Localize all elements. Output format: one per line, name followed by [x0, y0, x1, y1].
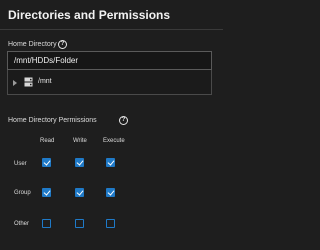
row-label-user: User	[14, 161, 27, 167]
row-label-group: Group	[14, 190, 31, 196]
other-execute-checkbox[interactable]	[106, 219, 115, 228]
home-directory-label: Home Directory	[8, 41, 57, 48]
permissions-label: Home Directory Permissions	[8, 117, 97, 124]
group-write-checkbox[interactable]	[75, 188, 84, 197]
user-execute-checkbox[interactable]	[106, 158, 115, 167]
hard-drive-icon	[24, 77, 33, 87]
user-read-checkbox[interactable]	[42, 158, 51, 167]
column-execute: Execute	[103, 138, 125, 144]
row-label-other: Other	[14, 221, 30, 227]
expand-caret-icon[interactable]	[13, 80, 17, 86]
home-directory-help-icon[interactable]: ?	[58, 40, 67, 49]
column-write: Write	[73, 138, 87, 144]
other-write-checkbox[interactable]	[75, 219, 84, 228]
user-write-checkbox[interactable]	[75, 158, 84, 167]
tree-root-label[interactable]: /mnt	[38, 78, 52, 85]
column-read: Read	[40, 138, 55, 144]
other-read-checkbox[interactable]	[42, 219, 51, 228]
permissions-help-icon[interactable]: ?	[119, 116, 128, 125]
section-title: Directories and Permissions	[8, 8, 171, 22]
home-directory-input[interactable]: /mnt/HDDs/Folder	[7, 51, 212, 70]
title-divider	[0, 29, 223, 30]
directory-tree: /mnt	[7, 70, 212, 95]
group-read-checkbox[interactable]	[42, 188, 51, 197]
group-execute-checkbox[interactable]	[106, 188, 115, 197]
